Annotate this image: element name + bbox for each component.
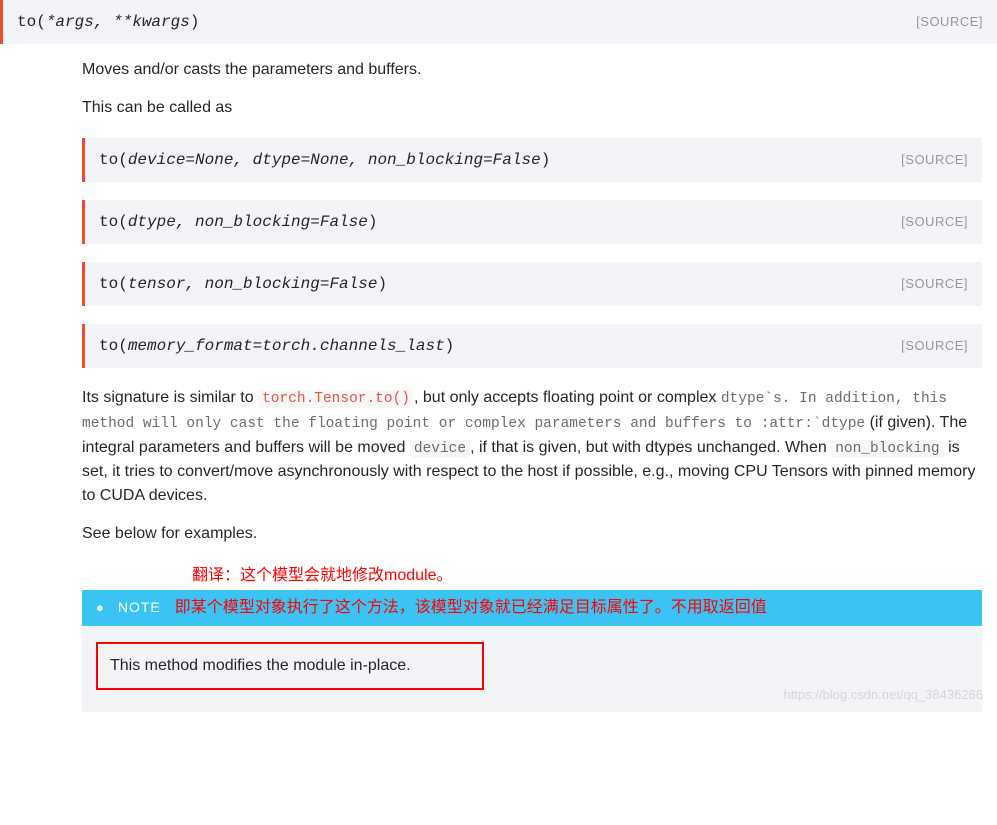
code-ref[interactable]: torch.Tensor.to() [258,390,414,408]
desc-p1: Moves and/or casts the parameters and bu… [82,58,982,82]
source-link[interactable]: [SOURCE] [901,336,968,356]
note-text-boxed: This method modifies the module in-place… [96,642,484,690]
signature-text: to(*args, **kwargs) [17,10,199,34]
desc-p3: Its signature is similar to torch.Tensor… [82,386,982,508]
overload-signature: to(tensor, non_blocking=False) [SOURCE] [82,262,982,306]
source-link[interactable]: [SOURCE] [901,212,968,232]
signature-text: to(tensor, non_blocking=False) [99,272,387,296]
signature-text: to(memory_format=torch.channels_last) [99,334,454,358]
note-header: ● NOTE 即某个模型对象执行了这个方法，该模型对象就已经满足目标属性了。不用… [82,590,982,626]
signature-text: to(device=None, dtype=None, non_blocking… [99,148,550,172]
code-literal: non_blocking [831,440,943,458]
annotation-translation-2: 即某个模型对象执行了这个方法，该模型对象就已经满足目标属性了。不用取返回值 [175,596,767,620]
bullet-icon: ● [96,598,104,618]
note-body: This method modifies the module in-place… [82,626,982,712]
source-link[interactable]: [SOURCE] [901,274,968,294]
signature-text: to(dtype, non_blocking=False) [99,210,377,234]
code-literal: device [410,440,470,458]
overload-signature: to(memory_format=torch.channels_last) [S… [82,324,982,368]
note-title: NOTE [118,597,161,618]
source-link[interactable]: [SOURCE] [916,12,983,32]
overload-signature: to(device=None, dtype=None, non_blocking… [82,138,982,182]
overload-signature: to(dtype, non_blocking=False) [SOURCE] [82,200,982,244]
desc-p4: See below for examples. [82,522,982,546]
desc-p2: This can be called as [82,96,982,120]
source-link[interactable]: [SOURCE] [901,150,968,170]
note-block: ● NOTE 即某个模型对象执行了这个方法，该模型对象就已经满足目标属性了。不用… [82,590,982,712]
top-signature: to(*args, **kwargs) [SOURCE] [0,0,997,44]
annotation-translation: 翻译：这个模型会就地修改module。 [192,564,982,588]
